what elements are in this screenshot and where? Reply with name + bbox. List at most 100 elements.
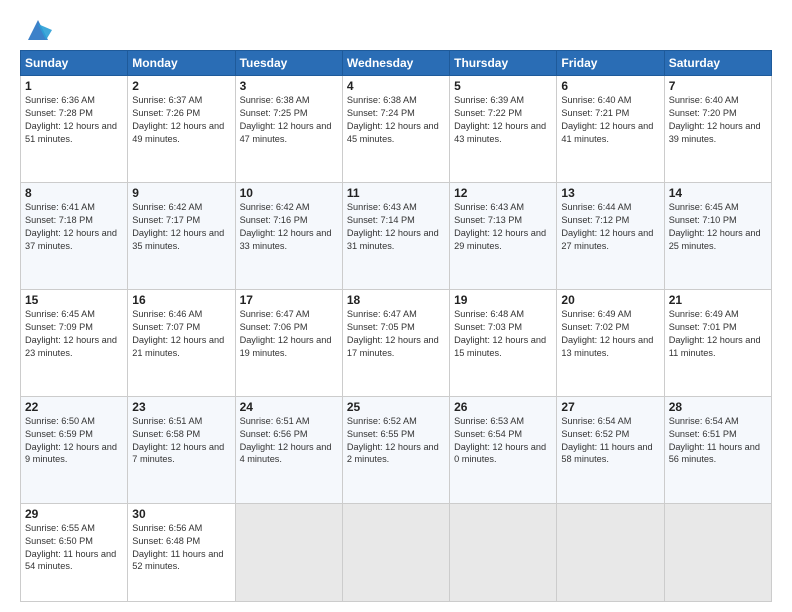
calendar-cell: 28 Sunrise: 6:54 AMSunset: 6:51 PMDaylig… bbox=[664, 396, 771, 503]
calendar-cell: 10 Sunrise: 6:42 AMSunset: 7:16 PMDaylig… bbox=[235, 182, 342, 289]
day-number: 12 bbox=[454, 186, 552, 200]
day-info: Sunrise: 6:56 AMSunset: 6:48 PMDaylight:… bbox=[132, 523, 223, 572]
day-info: Sunrise: 6:55 AMSunset: 6:50 PMDaylight:… bbox=[25, 523, 116, 572]
calendar-table: SundayMondayTuesdayWednesdayThursdayFrid… bbox=[20, 50, 772, 602]
day-number: 30 bbox=[132, 507, 230, 521]
day-info: Sunrise: 6:49 AMSunset: 7:01 PMDaylight:… bbox=[669, 309, 761, 358]
day-info: Sunrise: 6:37 AMSunset: 7:26 PMDaylight:… bbox=[132, 95, 224, 144]
calendar-cell: 22 Sunrise: 6:50 AMSunset: 6:59 PMDaylig… bbox=[21, 396, 128, 503]
calendar-cell: 16 Sunrise: 6:46 AMSunset: 7:07 PMDaylig… bbox=[128, 289, 235, 396]
calendar-cell: 14 Sunrise: 6:45 AMSunset: 7:10 PMDaylig… bbox=[664, 182, 771, 289]
day-info: Sunrise: 6:36 AMSunset: 7:28 PMDaylight:… bbox=[25, 95, 117, 144]
calendar-week-row: 1 Sunrise: 6:36 AMSunset: 7:28 PMDayligh… bbox=[21, 76, 772, 183]
day-number: 16 bbox=[132, 293, 230, 307]
day-number: 6 bbox=[561, 79, 659, 93]
calendar-cell: 12 Sunrise: 6:43 AMSunset: 7:13 PMDaylig… bbox=[450, 182, 557, 289]
calendar-cell: 2 Sunrise: 6:37 AMSunset: 7:26 PMDayligh… bbox=[128, 76, 235, 183]
calendar-cell: 30 Sunrise: 6:56 AMSunset: 6:48 PMDaylig… bbox=[128, 503, 235, 601]
day-info: Sunrise: 6:54 AMSunset: 6:51 PMDaylight:… bbox=[669, 416, 760, 465]
calendar-cell: 5 Sunrise: 6:39 AMSunset: 7:22 PMDayligh… bbox=[450, 76, 557, 183]
calendar-week-row: 29 Sunrise: 6:55 AMSunset: 6:50 PMDaylig… bbox=[21, 503, 772, 601]
day-number: 26 bbox=[454, 400, 552, 414]
day-info: Sunrise: 6:51 AMSunset: 6:58 PMDaylight:… bbox=[132, 416, 224, 465]
day-info: Sunrise: 6:43 AMSunset: 7:13 PMDaylight:… bbox=[454, 202, 546, 251]
day-info: Sunrise: 6:49 AMSunset: 7:02 PMDaylight:… bbox=[561, 309, 653, 358]
day-header-saturday: Saturday bbox=[664, 51, 771, 76]
day-info: Sunrise: 6:50 AMSunset: 6:59 PMDaylight:… bbox=[25, 416, 117, 465]
day-number: 3 bbox=[240, 79, 338, 93]
day-info: Sunrise: 6:42 AMSunset: 7:17 PMDaylight:… bbox=[132, 202, 224, 251]
day-number: 5 bbox=[454, 79, 552, 93]
calendar-cell: 21 Sunrise: 6:49 AMSunset: 7:01 PMDaylig… bbox=[664, 289, 771, 396]
day-number: 18 bbox=[347, 293, 445, 307]
day-number: 11 bbox=[347, 186, 445, 200]
day-number: 8 bbox=[25, 186, 123, 200]
day-number: 22 bbox=[25, 400, 123, 414]
day-header-tuesday: Tuesday bbox=[235, 51, 342, 76]
day-number: 17 bbox=[240, 293, 338, 307]
day-info: Sunrise: 6:43 AMSunset: 7:14 PMDaylight:… bbox=[347, 202, 439, 251]
day-info: Sunrise: 6:46 AMSunset: 7:07 PMDaylight:… bbox=[132, 309, 224, 358]
day-info: Sunrise: 6:45 AMSunset: 7:09 PMDaylight:… bbox=[25, 309, 117, 358]
day-number: 28 bbox=[669, 400, 767, 414]
calendar-cell: 7 Sunrise: 6:40 AMSunset: 7:20 PMDayligh… bbox=[664, 76, 771, 183]
calendar-cell bbox=[557, 503, 664, 601]
day-header-friday: Friday bbox=[557, 51, 664, 76]
calendar-cell: 24 Sunrise: 6:51 AMSunset: 6:56 PMDaylig… bbox=[235, 396, 342, 503]
day-number: 29 bbox=[25, 507, 123, 521]
day-info: Sunrise: 6:51 AMSunset: 6:56 PMDaylight:… bbox=[240, 416, 332, 465]
day-info: Sunrise: 6:52 AMSunset: 6:55 PMDaylight:… bbox=[347, 416, 439, 465]
calendar-cell: 6 Sunrise: 6:40 AMSunset: 7:21 PMDayligh… bbox=[557, 76, 664, 183]
calendar-cell: 3 Sunrise: 6:38 AMSunset: 7:25 PMDayligh… bbox=[235, 76, 342, 183]
day-number: 10 bbox=[240, 186, 338, 200]
calendar-cell: 18 Sunrise: 6:47 AMSunset: 7:05 PMDaylig… bbox=[342, 289, 449, 396]
day-info: Sunrise: 6:39 AMSunset: 7:22 PMDaylight:… bbox=[454, 95, 546, 144]
day-info: Sunrise: 6:47 AMSunset: 7:05 PMDaylight:… bbox=[347, 309, 439, 358]
day-info: Sunrise: 6:44 AMSunset: 7:12 PMDaylight:… bbox=[561, 202, 653, 251]
day-number: 9 bbox=[132, 186, 230, 200]
calendar-cell: 1 Sunrise: 6:36 AMSunset: 7:28 PMDayligh… bbox=[21, 76, 128, 183]
logo-icon bbox=[24, 16, 52, 44]
day-info: Sunrise: 6:45 AMSunset: 7:10 PMDaylight:… bbox=[669, 202, 761, 251]
calendar-week-row: 22 Sunrise: 6:50 AMSunset: 6:59 PMDaylig… bbox=[21, 396, 772, 503]
calendar-cell: 9 Sunrise: 6:42 AMSunset: 7:17 PMDayligh… bbox=[128, 182, 235, 289]
day-info: Sunrise: 6:40 AMSunset: 7:20 PMDaylight:… bbox=[669, 95, 761, 144]
day-info: Sunrise: 6:48 AMSunset: 7:03 PMDaylight:… bbox=[454, 309, 546, 358]
calendar-cell: 8 Sunrise: 6:41 AMSunset: 7:18 PMDayligh… bbox=[21, 182, 128, 289]
calendar-cell: 17 Sunrise: 6:47 AMSunset: 7:06 PMDaylig… bbox=[235, 289, 342, 396]
day-header-thursday: Thursday bbox=[450, 51, 557, 76]
day-info: Sunrise: 6:42 AMSunset: 7:16 PMDaylight:… bbox=[240, 202, 332, 251]
day-number: 7 bbox=[669, 79, 767, 93]
day-number: 24 bbox=[240, 400, 338, 414]
day-info: Sunrise: 6:47 AMSunset: 7:06 PMDaylight:… bbox=[240, 309, 332, 358]
day-number: 4 bbox=[347, 79, 445, 93]
calendar-cell: 4 Sunrise: 6:38 AMSunset: 7:24 PMDayligh… bbox=[342, 76, 449, 183]
calendar-cell: 11 Sunrise: 6:43 AMSunset: 7:14 PMDaylig… bbox=[342, 182, 449, 289]
day-info: Sunrise: 6:53 AMSunset: 6:54 PMDaylight:… bbox=[454, 416, 546, 465]
calendar-cell: 23 Sunrise: 6:51 AMSunset: 6:58 PMDaylig… bbox=[128, 396, 235, 503]
day-number: 27 bbox=[561, 400, 659, 414]
calendar-cell bbox=[235, 503, 342, 601]
logo bbox=[20, 20, 52, 44]
day-number: 1 bbox=[25, 79, 123, 93]
calendar-cell bbox=[450, 503, 557, 601]
calendar-cell: 15 Sunrise: 6:45 AMSunset: 7:09 PMDaylig… bbox=[21, 289, 128, 396]
calendar-cell: 25 Sunrise: 6:52 AMSunset: 6:55 PMDaylig… bbox=[342, 396, 449, 503]
day-info: Sunrise: 6:38 AMSunset: 7:24 PMDaylight:… bbox=[347, 95, 439, 144]
calendar-week-row: 8 Sunrise: 6:41 AMSunset: 7:18 PMDayligh… bbox=[21, 182, 772, 289]
day-number: 20 bbox=[561, 293, 659, 307]
day-number: 23 bbox=[132, 400, 230, 414]
day-info: Sunrise: 6:41 AMSunset: 7:18 PMDaylight:… bbox=[25, 202, 117, 251]
day-number: 2 bbox=[132, 79, 230, 93]
calendar-cell bbox=[664, 503, 771, 601]
day-header-wednesday: Wednesday bbox=[342, 51, 449, 76]
day-number: 25 bbox=[347, 400, 445, 414]
calendar-header-row: SundayMondayTuesdayWednesdayThursdayFrid… bbox=[21, 51, 772, 76]
calendar-cell: 26 Sunrise: 6:53 AMSunset: 6:54 PMDaylig… bbox=[450, 396, 557, 503]
day-number: 13 bbox=[561, 186, 659, 200]
calendar-cell bbox=[342, 503, 449, 601]
calendar-cell: 13 Sunrise: 6:44 AMSunset: 7:12 PMDaylig… bbox=[557, 182, 664, 289]
day-info: Sunrise: 6:38 AMSunset: 7:25 PMDaylight:… bbox=[240, 95, 332, 144]
day-number: 15 bbox=[25, 293, 123, 307]
header bbox=[20, 16, 772, 44]
